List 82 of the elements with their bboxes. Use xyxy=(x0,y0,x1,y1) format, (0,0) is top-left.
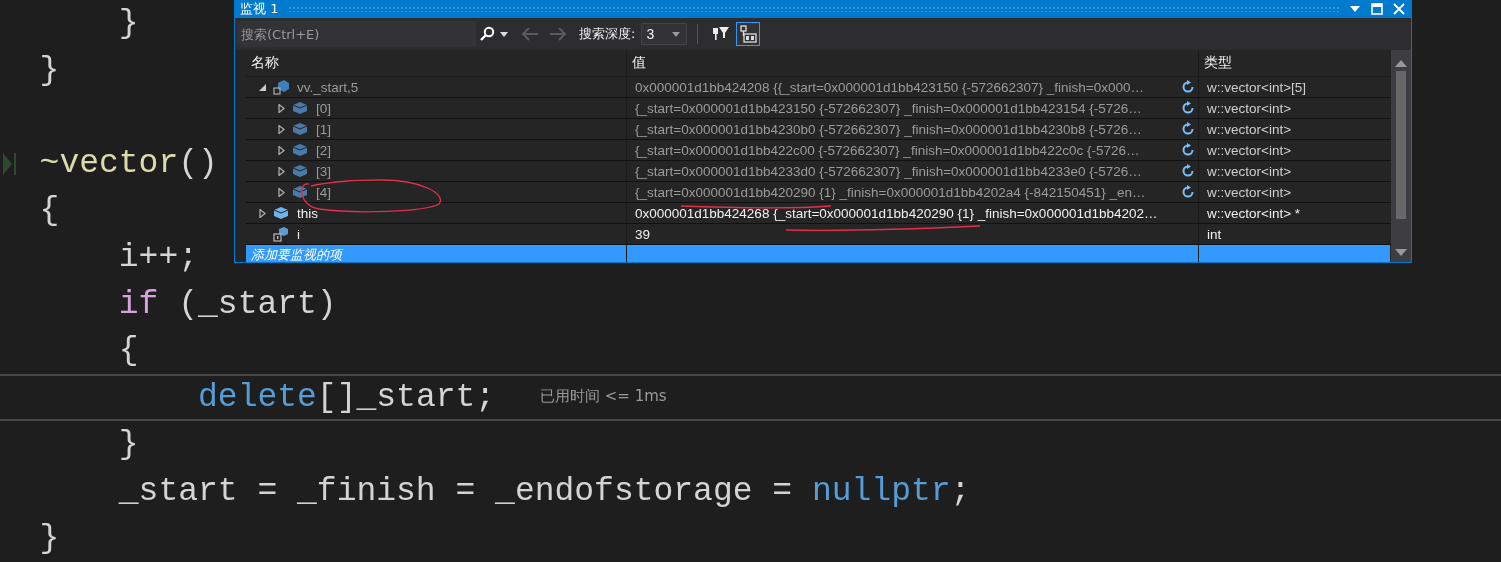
elapsed-time-hint: 已用时间 <= 1ms xyxy=(540,387,667,407)
close-icon[interactable] xyxy=(1393,3,1405,15)
type-text: w::vector<int>[5] xyxy=(1207,79,1307,95)
locked-cube-icon xyxy=(273,79,289,95)
column-header[interactable]: 名称 xyxy=(246,50,627,76)
code-line: } xyxy=(117,425,139,466)
expand-arrow-icon[interactable] xyxy=(277,103,286,113)
code-line: { xyxy=(38,191,60,232)
caret-icon xyxy=(672,31,681,37)
type-text: w::vector<int> xyxy=(1207,163,1292,179)
code-line: } xyxy=(117,3,139,44)
caret-icon[interactable] xyxy=(500,31,508,37)
value-text: 0x000001d1bb424268 {_start=0x000001d1bb420290 {1} _finish=0x000001d1bb4202… xyxy=(635,205,1159,221)
value-text: 39 xyxy=(635,226,652,242)
search-field[interactable]: 搜索(Ctrl+E) xyxy=(237,21,476,47)
variable-name: vv._start,5 xyxy=(297,79,359,95)
cube-icon xyxy=(273,206,289,220)
type-text: w::vector<int> xyxy=(1207,100,1292,116)
expand-arrow-icon[interactable] xyxy=(277,187,286,197)
code-line: if (_start) xyxy=(117,284,337,325)
depth-label: 搜索深度: xyxy=(579,25,636,43)
type-text: w::vector<int> xyxy=(1207,184,1292,200)
value-text: 0x000001d1bb424208 {{_start=0x000001d1bb423150 {-572662307} _finish=0x000… xyxy=(635,79,1145,95)
window-title: 监视 1 xyxy=(240,0,279,18)
watch-row[interactable]: this 0x000001d1bb424268 {_start=0x000001d1bb420290 {1} _finish=0x000001d1bb4202… w::vector<int> * xyxy=(246,203,1391,224)
filter-pin-icon[interactable] xyxy=(712,25,731,43)
type-text: w::vector<int> xyxy=(1207,121,1292,137)
format-icon xyxy=(739,25,758,43)
code-line: } xyxy=(38,50,60,91)
maximize-icon[interactable] xyxy=(1371,3,1383,15)
variable-name: [1] xyxy=(316,121,331,137)
scroll-down-icon[interactable] xyxy=(1395,249,1407,256)
expand-arrow-icon[interactable] xyxy=(277,145,286,155)
refresh-icon[interactable] xyxy=(1181,143,1195,157)
expanded-arrow-icon[interactable] xyxy=(258,82,267,92)
cube-icon xyxy=(292,122,308,136)
watch-row[interactable]: [4] {_start=0x000001d1bb420290 {1} _finish=0x000001d1bb4202a4 {-842150451} _en… w::vector<int> xyxy=(246,182,1391,203)
watch-row[interactable]: vv._start,5 0x000001d1bb424208 {{_start=0x000001d1bb423150 {-572662307} _finish=0x000… w::vector<int>[5] xyxy=(246,77,1391,98)
type-text: w::vector<int> * xyxy=(1207,205,1301,221)
dropdown-icon[interactable] xyxy=(1349,5,1361,13)
code-line: ~vector() xyxy=(38,144,218,185)
watch-row[interactable]: [1] {_start=0x000001d1bb4230b0 {-572662307} _finish=0x000001d1bb4230b8 {-5726… w::vector<int> xyxy=(246,119,1391,140)
expand-arrow-icon[interactable] xyxy=(277,124,286,134)
variable-name: [3] xyxy=(316,163,331,179)
refresh-icon[interactable] xyxy=(1181,101,1195,115)
value-text: {_start=0x000001d1bb4230b0 {-572662307} _finish=0x000001d1bb4230b8 {-5726… xyxy=(635,121,1143,137)
cube-icon xyxy=(292,101,308,115)
expand-arrow-icon[interactable] xyxy=(258,208,267,218)
column-header[interactable]: 值 xyxy=(627,50,1199,76)
value-text: {_start=0x000001d1bb423150 {-572662307} _finish=0x000001d1bb423154 {-5726… xyxy=(635,100,1143,116)
variable-name: i xyxy=(297,226,300,242)
watch-row[interactable]: [3] {_start=0x000001d1bb4233d0 {-572662307} _finish=0x000001d1bb4233e0 {-5726… w::vector<int> xyxy=(246,161,1391,182)
code-line: _start = _finish = _endofstorage = nullptr; xyxy=(117,471,971,512)
cube-icon xyxy=(292,185,308,199)
type-text: w::vector<int> xyxy=(1207,142,1292,158)
refresh-icon[interactable] xyxy=(1181,80,1195,94)
watch-row[interactable]: [0] {_start=0x000001d1bb423150 {-572662307} _finish=0x000001d1bb423154 {-5726… w::vector<int> xyxy=(246,98,1391,119)
scroll-up-icon[interactable] xyxy=(1395,60,1407,67)
variable-name: [4] xyxy=(316,184,331,200)
code-line: { xyxy=(117,331,139,372)
refresh-icon[interactable] xyxy=(1181,164,1195,178)
code-line: } xyxy=(38,518,60,559)
toggle-button[interactable] xyxy=(736,22,761,46)
variable-name: this xyxy=(297,205,318,221)
expand-arrow-icon[interactable] xyxy=(277,166,286,176)
type-text: int xyxy=(1207,226,1222,242)
scrollbar[interactable] xyxy=(1391,50,1411,262)
watch-row[interactable]: [2] {_start=0x000001d1bb422c00 {-572662307} _finish=0x000001d1bb422c0c {-5726… w::vector<int> xyxy=(246,140,1391,161)
value-text: {_start=0x000001d1bb420290 {1} _finish=0x000001d1bb4202a4 {-842150451} _en… xyxy=(635,184,1147,200)
local-variable-icon xyxy=(273,226,289,242)
variable-name: [2] xyxy=(316,142,331,158)
refresh-icon[interactable] xyxy=(1181,122,1195,136)
refresh-icon[interactable] xyxy=(1181,185,1195,199)
cube-icon xyxy=(292,164,308,178)
column-header[interactable]: 类型 xyxy=(1199,50,1390,76)
depth-dropdown[interactable]: 3 xyxy=(641,23,688,45)
code-line: i++; xyxy=(117,237,199,278)
variable-name: [0] xyxy=(316,100,331,116)
value-text: {_start=0x000001d1bb422c00 {-572662307} _finish=0x000001d1bb422c0c {-5726… xyxy=(635,142,1141,158)
search-icon[interactable] xyxy=(479,26,495,42)
value-text: {_start=0x000001d1bb4233d0 {-572662307} _finish=0x000001d1bb4233e0 {-5726… xyxy=(635,163,1143,179)
cube-icon xyxy=(292,143,308,157)
